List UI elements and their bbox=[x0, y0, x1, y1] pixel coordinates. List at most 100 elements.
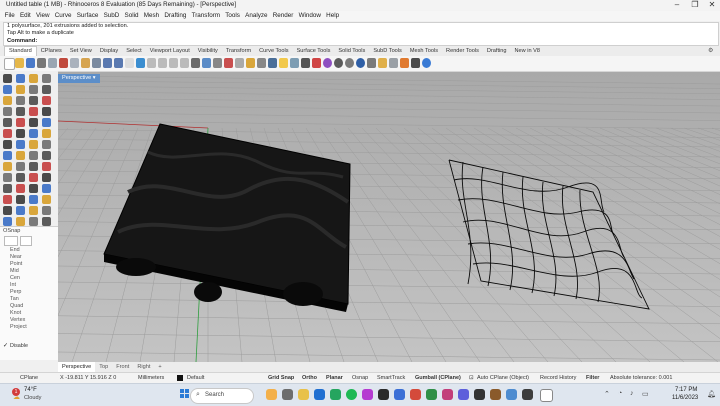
tool-icon[interactable] bbox=[3, 74, 12, 83]
photos-icon[interactable] bbox=[442, 389, 453, 400]
menu-help[interactable]: Help bbox=[324, 11, 342, 21]
tool-icon[interactable] bbox=[3, 107, 12, 116]
layer-label[interactable]: Default bbox=[187, 373, 204, 383]
tool-icon[interactable] bbox=[3, 151, 12, 160]
tool-icon[interactable] bbox=[16, 206, 25, 215]
terminal-icon[interactable] bbox=[378, 389, 389, 400]
menu-file[interactable]: File bbox=[2, 11, 17, 21]
edge-browser-icon[interactable] bbox=[314, 389, 325, 400]
help-icon[interactable] bbox=[422, 58, 431, 68]
new-file-icon[interactable] bbox=[4, 58, 15, 70]
tool-icon[interactable] bbox=[29, 85, 38, 94]
light-icon[interactable] bbox=[279, 58, 288, 68]
tool-icon[interactable] bbox=[42, 140, 51, 149]
sun-icon[interactable] bbox=[356, 58, 365, 68]
powerpoint-icon[interactable] bbox=[410, 389, 421, 400]
close-button[interactable]: ✕ bbox=[703, 0, 720, 11]
tab-solid-tools[interactable]: Solid Tools bbox=[334, 46, 369, 56]
osnap-vertex[interactable]: Vertex bbox=[10, 317, 25, 323]
tool-icon[interactable] bbox=[16, 74, 25, 83]
wireframe-icon[interactable] bbox=[301, 58, 310, 68]
tool-icon[interactable] bbox=[42, 173, 51, 182]
menu-tools[interactable]: Tools bbox=[223, 11, 243, 21]
layer-icon[interactable] bbox=[268, 58, 277, 68]
menu-view[interactable]: View bbox=[33, 11, 52, 21]
tool-icon[interactable] bbox=[42, 118, 51, 127]
tab-transform[interactable]: Transform bbox=[222, 46, 255, 56]
tool-icon[interactable] bbox=[3, 206, 12, 215]
copy-icon[interactable] bbox=[70, 58, 79, 68]
app-icon-4[interactable] bbox=[522, 389, 533, 400]
tool-icon[interactable] bbox=[16, 85, 25, 94]
tool-icon[interactable] bbox=[3, 217, 12, 226]
delete-icon[interactable] bbox=[92, 58, 101, 68]
smarttrack-toggle[interactable]: SmartTrack bbox=[377, 373, 405, 383]
taskbar-search[interactable]: ⌕ Search bbox=[190, 388, 254, 404]
menu-mesh[interactable]: Mesh bbox=[141, 11, 162, 21]
tool-icon[interactable] bbox=[42, 129, 51, 138]
windows-start-icon[interactable] bbox=[180, 389, 189, 398]
store-icon[interactable] bbox=[362, 389, 373, 400]
osnap-project[interactable]: Project bbox=[10, 324, 27, 330]
viewport-label[interactable]: Perspective ▾ bbox=[58, 74, 100, 83]
tool-icon[interactable] bbox=[3, 140, 12, 149]
tab-right[interactable]: Right bbox=[133, 362, 154, 372]
osnap-perp[interactable]: Perp bbox=[10, 289, 21, 295]
tool-icon[interactable] bbox=[42, 184, 51, 193]
tool-icon[interactable] bbox=[42, 107, 51, 116]
tab-subd-tools[interactable]: SubD Tools bbox=[369, 46, 406, 56]
tab-drafting[interactable]: Drafting bbox=[483, 46, 511, 56]
rhino-app-icon[interactable] bbox=[540, 389, 553, 402]
cplane-icon[interactable] bbox=[202, 58, 211, 68]
clock-time[interactable]: 7:17 PM bbox=[675, 387, 697, 393]
tab-new-in-v8[interactable]: New in V8 bbox=[511, 46, 545, 56]
tool-icon[interactable] bbox=[16, 184, 25, 193]
paste-icon[interactable] bbox=[81, 58, 90, 68]
render-icon[interactable] bbox=[312, 58, 321, 68]
properties-icon[interactable] bbox=[48, 58, 57, 68]
osnap-mid[interactable]: Mid bbox=[10, 268, 19, 274]
tool-icon[interactable] bbox=[42, 96, 51, 105]
menu-drafting[interactable]: Drafting bbox=[162, 11, 189, 21]
tool-icon[interactable] bbox=[16, 118, 25, 127]
chrome-icon[interactable] bbox=[330, 389, 341, 400]
grasshopper-icon[interactable] bbox=[411, 58, 420, 68]
tool-icon[interactable] bbox=[3, 85, 12, 94]
texture-icon[interactable] bbox=[345, 58, 354, 68]
tab-display[interactable]: Display bbox=[96, 46, 122, 56]
tool-icon[interactable] bbox=[29, 107, 38, 116]
tool-icon[interactable] bbox=[29, 118, 38, 127]
volume-icon[interactable]: ♪ bbox=[630, 390, 634, 397]
tab-cplanes[interactable]: CPlanes bbox=[37, 46, 66, 56]
tool-icon[interactable] bbox=[29, 184, 38, 193]
toolbar-settings-icon[interactable]: ⚙ bbox=[708, 47, 713, 54]
analyze-icon[interactable] bbox=[367, 58, 376, 68]
osnap-int[interactable]: Int bbox=[10, 282, 16, 288]
app-icon[interactable] bbox=[474, 389, 485, 400]
osnap-near[interactable]: Near bbox=[10, 254, 22, 260]
tool-icon[interactable] bbox=[3, 129, 12, 138]
osnap-filter-icon[interactable] bbox=[4, 236, 18, 246]
tab-viewport-layout[interactable]: Viewport Layout bbox=[146, 46, 194, 56]
command-line-input[interactable]: Command: bbox=[3, 37, 719, 46]
ortho-toggle[interactable]: Ortho bbox=[302, 373, 317, 383]
tool-icon[interactable] bbox=[42, 206, 51, 215]
notification-bell-icon[interactable]: 🔔︎ bbox=[707, 390, 716, 398]
save-icon[interactable] bbox=[26, 58, 35, 68]
tool-icon[interactable] bbox=[29, 173, 38, 182]
cplane-label[interactable]: CPlane bbox=[20, 373, 38, 383]
tab-select[interactable]: Select bbox=[122, 46, 146, 56]
gumball-toggle[interactable]: Gumball (CPlane) bbox=[415, 373, 461, 383]
tool-icon[interactable] bbox=[42, 74, 51, 83]
undo-icon[interactable] bbox=[103, 58, 112, 68]
tool-icon[interactable] bbox=[16, 173, 25, 182]
tab-curve-tools[interactable]: Curve Tools bbox=[255, 46, 292, 56]
tool-icon[interactable] bbox=[16, 217, 25, 226]
osnap-cen[interactable]: Cen bbox=[10, 275, 20, 281]
open-folder-icon[interactable] bbox=[15, 58, 24, 68]
excel-icon[interactable] bbox=[426, 389, 437, 400]
weather-temp[interactable]: 74°F bbox=[24, 387, 37, 393]
tool-icon[interactable] bbox=[16, 195, 25, 204]
menu-transform[interactable]: Transform bbox=[189, 11, 223, 21]
tab-standard[interactable]: Standard bbox=[4, 46, 37, 56]
